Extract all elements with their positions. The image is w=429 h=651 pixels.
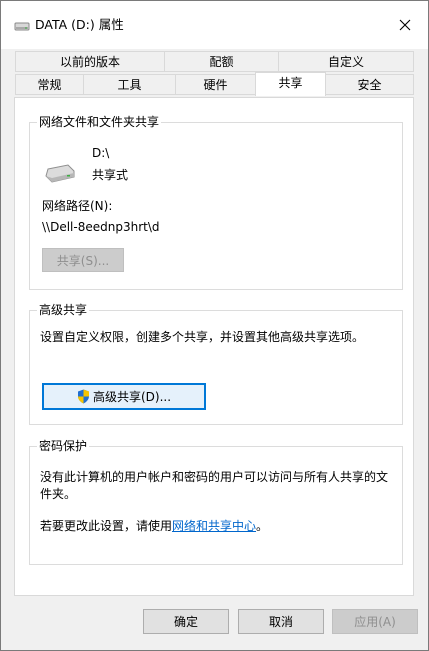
tab-general[interactable]: 常规 [15,74,84,95]
tab-quota[interactable]: 配额 [164,51,279,72]
drive-icon [14,22,30,31]
group-title-network-sharing: 网络文件和文件夹共享 [37,114,162,130]
change-setting-prefix: 若要更改此设置，请使用 [40,519,173,533]
network-sharing-center-link[interactable]: 网络和共享中心 [172,519,256,533]
close-icon [399,19,411,31]
title-bar: DATA (D:) 属性 [1,1,428,49]
window-title: DATA (D:) 属性 [35,17,124,32]
group-title-advanced-sharing: 高级共享 [37,302,90,318]
network-path-label: 网络路径(N): [42,199,113,213]
tab-security[interactable]: 安全 [325,74,414,95]
uac-shield-icon [77,389,89,404]
advanced-sharing-button[interactable]: 高级共享(D)... [42,383,206,410]
change-setting-text: 若要更改此设置，请使用网络和共享中心。 [40,518,268,534]
share-button[interactable]: 共享(S)... [42,248,124,272]
drive-large-icon [45,164,75,183]
drive-name: D:\ [92,146,110,160]
change-setting-suffix: 。 [256,519,269,533]
tab-tools[interactable]: 工具 [83,74,176,95]
ok-button[interactable]: 确定 [143,609,229,634]
group-title-password-protection: 密码保护 [37,438,90,454]
password-description-line2: 件夹。 [40,487,77,501]
tab-customize[interactable]: 自定义 [278,51,414,72]
properties-dialog: DATA (D:) 属性 以前的版本 配额 自定义 常规 工具 硬件 共享 安全… [0,0,429,651]
sharing-panel: 网络文件和文件夹共享 D:\ 共享式 网络路径(N): \\Dell-8eedn… [14,97,414,596]
tab-previous-versions[interactable]: 以前的版本 [15,51,165,72]
tab-sharing[interactable]: 共享 [255,72,326,96]
advanced-sharing-group: 高级共享 设置自定义权限，创建多个共享，并设置其他高级共享选项。 高级共享(D)… [29,302,403,425]
password-description-line1: 没有此计算机的用户帐户和密码的用户可以访问与所有人共享的文 [40,470,389,484]
password-protection-group: 密码保护 没有此计算机的用户帐户和密码的用户可以访问与所有人共享的文 件夹。 若… [29,438,403,565]
cancel-button[interactable]: 取消 [238,609,324,634]
drive-share-status: 共享式 [92,168,129,182]
network-sharing-group: 网络文件和文件夹共享 D:\ 共享式 网络路径(N): \\Dell-8eedn… [29,114,403,290]
advanced-sharing-description: 设置自定义权限，创建多个共享，并设置其他高级共享选项。 [40,330,365,344]
advanced-sharing-button-label: 高级共享(D)... [92,390,172,404]
apply-button[interactable]: 应用(A) [332,609,418,634]
close-button[interactable] [382,1,428,49]
tab-hardware[interactable]: 硬件 [175,74,256,95]
network-path-value[interactable]: \\Dell-8eednp3hrt\d [42,219,160,235]
